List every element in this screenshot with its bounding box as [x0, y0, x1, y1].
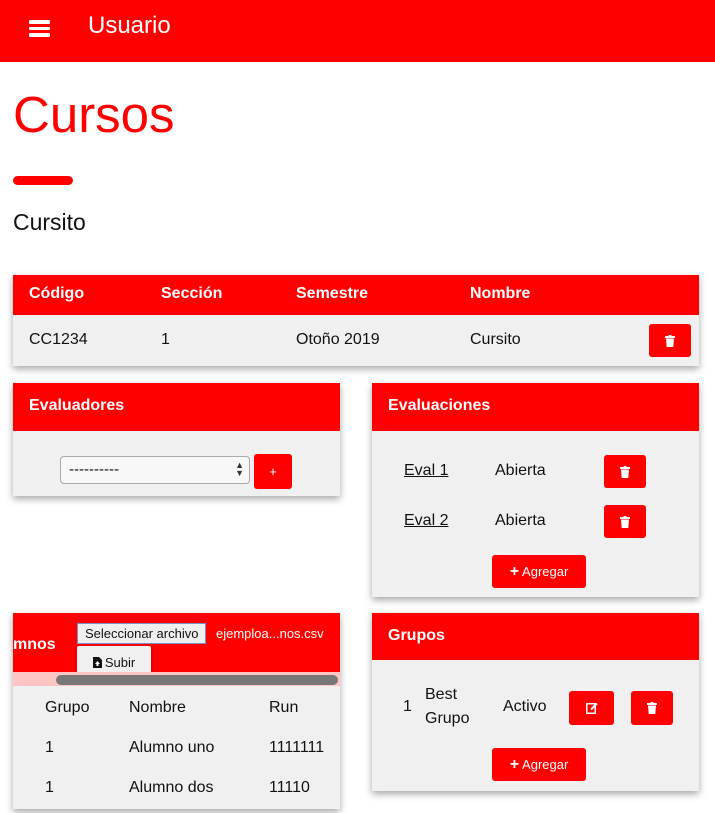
header-codigo: Código [29, 285, 85, 302]
add-evaluacion-button[interactable]: + Agregar [492, 555, 586, 588]
alumnos-header-run: Run [269, 699, 299, 716]
delete-eval-button[interactable] [604, 505, 646, 538]
title-underline [13, 176, 73, 185]
evaluadores-card: Evaluadores ---------- ▲ ▼ + [13, 383, 340, 496]
select-file-button[interactable]: Seleccionar archivo [77, 623, 207, 644]
trash-icon [620, 465, 630, 478]
alumno-nombre: Alumno uno [129, 739, 215, 756]
evaluaciones-title: Evaluaciones [388, 397, 491, 414]
course-nombre: Cursito [470, 331, 521, 348]
top-navbar: Usuario [0, 0, 715, 62]
eval-link[interactable]: Eval 1 [404, 462, 448, 480]
grupos-card: Grupos 1 Best Grupo Activo + Agregar [372, 613, 699, 791]
evaluadores-header: Evaluadores [13, 383, 340, 431]
grupo-name-line2: Grupo [425, 710, 470, 727]
grupo-status: Activo [503, 698, 547, 715]
evaluaciones-card: Evaluaciones Eval 1 Abierta Eval 2 Abier… [372, 383, 699, 597]
alumno-grupo: 1 [45, 739, 54, 756]
evaluaciones-header: Evaluaciones [372, 383, 699, 431]
evaluador-select[interactable]: ---------- ▲ ▼ [60, 456, 250, 484]
header-semestre: Semestre [296, 285, 369, 302]
alumnos-header-grupo: Grupo [45, 699, 90, 716]
upload-label: Subir [104, 654, 136, 670]
course-table-card: Código Sección Semestre Nombre CC1234 1 … [13, 275, 699, 366]
course-codigo: CC1234 [29, 331, 88, 348]
course-name: Cursito [13, 209, 86, 235]
trash-icon [620, 515, 630, 528]
delete-eval-button[interactable] [604, 455, 646, 488]
alumnos-header-nombre: Nombre [129, 699, 186, 716]
delete-course-button[interactable] [649, 324, 691, 357]
grupo-number: 1 [403, 698, 412, 715]
alumnos-title: mnos [13, 636, 56, 653]
alumno-run: 11110 [269, 779, 310, 796]
scrollbar-thumb[interactable] [56, 675, 338, 685]
grupos-header: Grupos [372, 613, 699, 660]
plus-icon: + [509, 755, 520, 773]
edit-icon [585, 702, 598, 714]
grupos-title: Grupos [388, 627, 445, 644]
select-arrows-icon: ▲ ▼ [235, 460, 244, 478]
eval-link[interactable]: Eval 2 [404, 512, 448, 530]
add-grupo-label: Agregar [522, 757, 569, 772]
course-table-header: Código Sección Semestre Nombre [13, 275, 699, 315]
header-nombre: Nombre [470, 285, 531, 302]
evaluadores-title: Evaluadores [29, 397, 125, 414]
course-semestre: Otoño 2019 [296, 331, 380, 348]
alumno-nombre: Alumno dos [129, 779, 214, 796]
header-seccion: Sección [161, 285, 223, 302]
alumnos-card: mnos Seleccionar archivo ejemploa...nos.… [13, 613, 340, 809]
edit-grupo-button[interactable] [569, 691, 614, 725]
evaluador-select-value: ---------- [69, 461, 119, 478]
page-title: Cursos [13, 86, 175, 143]
file-upload-icon [92, 656, 102, 668]
add-evaluacion-label: Agregar [522, 564, 569, 579]
add-evaluador-label: + [269, 464, 277, 479]
trash-icon [647, 702, 657, 714]
eval-status: Abierta [495, 512, 546, 529]
add-grupo-button[interactable]: + Agregar [492, 748, 586, 781]
navbar-brand[interactable]: Usuario [88, 12, 171, 40]
hamburger-icon[interactable] [29, 19, 50, 37]
alumno-grupo: 1 [45, 779, 54, 796]
course-seccion: 1 [161, 331, 170, 348]
trash-icon [665, 334, 675, 347]
selected-file-name: ejemploa...nos.csv [216, 626, 324, 641]
grupo-name-line1: Best [425, 686, 458, 703]
alumno-run: 1111111 [269, 739, 325, 756]
plus-icon: + [509, 562, 520, 580]
delete-grupo-button[interactable] [631, 691, 673, 725]
add-evaluador-button[interactable]: + [254, 454, 292, 489]
eval-status: Abierta [495, 462, 546, 479]
